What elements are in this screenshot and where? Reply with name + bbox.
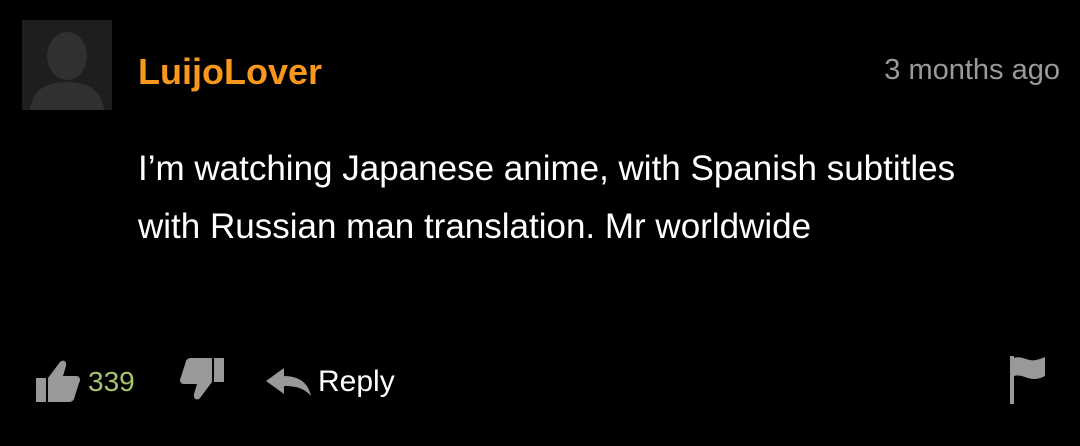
like-button[interactable]: [34, 356, 82, 404]
reply-label: Reply: [318, 365, 395, 398]
comment-body: I’m watching Japanese anime, with Spanis…: [138, 149, 956, 246]
reply-button[interactable]: Reply: [264, 360, 395, 404]
thumb-down-icon: [180, 358, 224, 400]
username-link[interactable]: LuijoLover: [138, 50, 322, 94]
flag-button[interactable]: [1008, 354, 1048, 406]
default-avatar-icon: [22, 20, 112, 110]
like-count: 339: [88, 366, 135, 397]
dislike-button[interactable]: [178, 356, 226, 404]
flag-icon: [1010, 356, 1045, 404]
thumb-up-icon: [36, 360, 80, 402]
comment-timestamp: 3 months ago: [884, 54, 1060, 86]
avatar[interactable]: [22, 20, 112, 110]
comment-actions: 339 Reply: [0, 350, 1080, 410]
comment: LuijoLover 3 months ago I’m watching Jap…: [0, 0, 1080, 446]
reply-arrow-icon: [266, 368, 311, 396]
